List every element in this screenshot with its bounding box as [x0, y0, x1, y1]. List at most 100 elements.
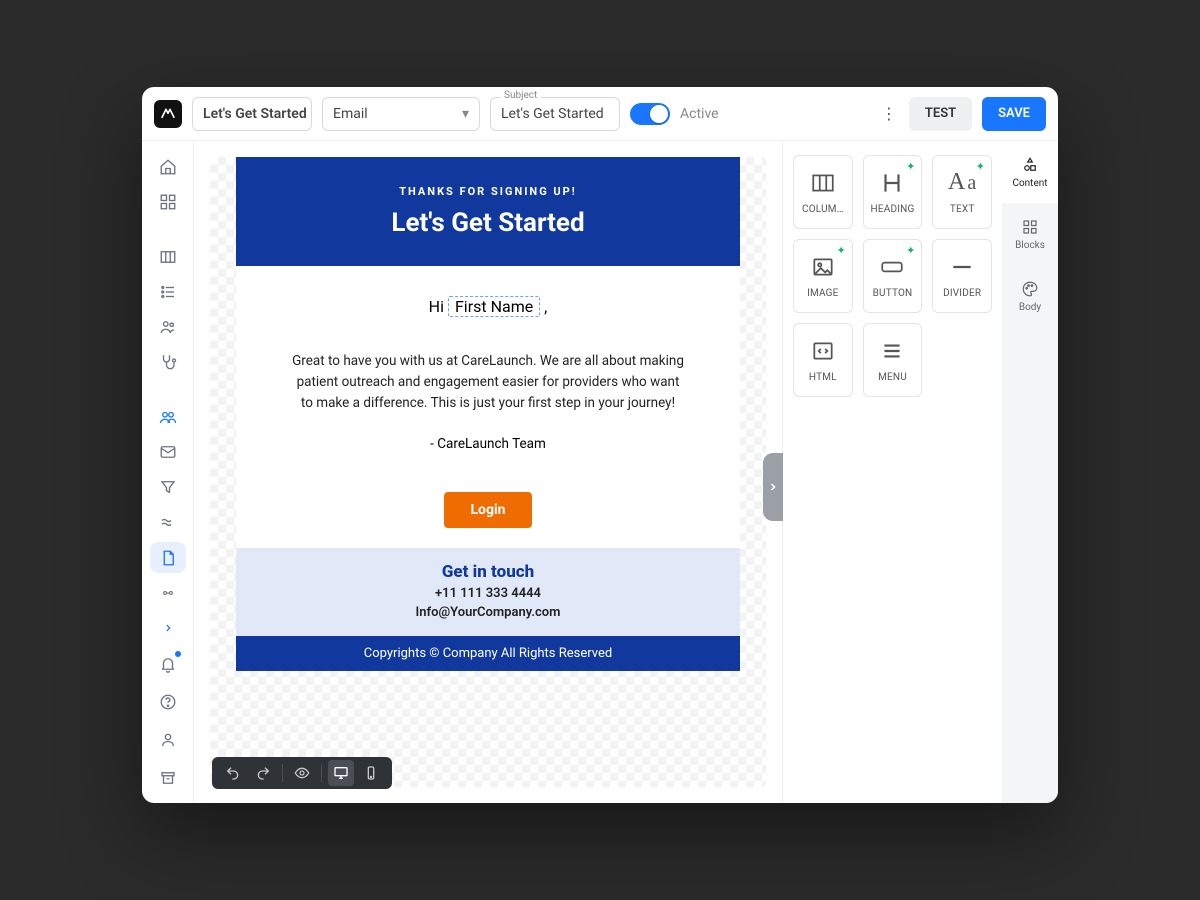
desktop-icon	[333, 765, 349, 781]
top-toolbar: Let's Get Started Email ▾ Subject Let's …	[142, 87, 1058, 141]
home-icon	[159, 158, 177, 176]
redo-button[interactable]	[250, 760, 276, 786]
nav-mail[interactable]	[150, 437, 186, 468]
tab-content[interactable]: Content	[1002, 141, 1058, 203]
html-icon	[810, 338, 836, 364]
chevron-right-icon	[161, 621, 175, 635]
panel-collapse-handle[interactable]	[763, 453, 783, 521]
email-body-text[interactable]: Great to have you with us at CareLaunch.…	[236, 327, 740, 422]
subject-input[interactable]: Let's Get Started	[490, 97, 620, 131]
merge-field-firstname[interactable]: First Name	[448, 296, 540, 317]
block-label: MENU	[878, 372, 907, 383]
tab-label: Content	[1012, 178, 1047, 189]
nav-home[interactable]	[150, 151, 186, 182]
nav-profile[interactable]	[150, 723, 186, 757]
undo-icon	[225, 765, 241, 781]
block-label: COLUM…	[802, 204, 844, 215]
block-divider[interactable]: DIVIDER	[932, 239, 992, 313]
stethoscope-icon	[159, 353, 177, 371]
link-icon	[161, 586, 175, 600]
email-signoff[interactable]: - CareLaunch Team	[236, 422, 740, 458]
email-greeting[interactable]: Hi First Name ,	[236, 266, 740, 327]
preview-button[interactable]	[289, 760, 315, 786]
more-menu-button[interactable]: ⋮	[879, 104, 899, 123]
nav-people[interactable]	[150, 311, 186, 342]
logo-icon	[160, 106, 176, 122]
redo-icon	[255, 765, 271, 781]
block-columns[interactable]: COLUM…	[793, 155, 853, 229]
block-label: TEXT	[950, 204, 975, 215]
block-html[interactable]: HTML	[793, 323, 853, 397]
nav-list[interactable]	[150, 276, 186, 307]
tab-body[interactable]: Body	[1002, 265, 1058, 327]
block-image[interactable]: ✦ IMAGE	[793, 239, 853, 313]
nav-page[interactable]	[150, 542, 186, 573]
app-logo[interactable]	[154, 100, 182, 128]
menu-icon	[879, 338, 905, 364]
blocks-palette: COLUM… ✦ HEADING ✦ Aa TEXT ✦	[783, 141, 1002, 803]
text-icon: Aa	[948, 169, 976, 196]
user-icon	[159, 731, 177, 749]
inspector-panel: COLUM… ✦ HEADING ✦ Aa TEXT ✦	[782, 141, 1058, 803]
tab-label: Body	[1019, 302, 1041, 313]
block-button[interactable]: ✦ BUTTON	[863, 239, 923, 313]
footer-email: Info@YourCompany.com	[246, 605, 730, 620]
approx-icon	[159, 513, 177, 531]
filter-icon	[159, 478, 177, 496]
dashboard-icon	[159, 193, 177, 211]
save-button[interactable]: SAVE	[982, 97, 1046, 131]
mobile-icon	[363, 765, 379, 781]
image-icon	[810, 254, 836, 280]
nav-filter[interactable]	[150, 472, 186, 503]
palette-icon	[1021, 280, 1039, 298]
nav-expand[interactable]	[150, 612, 186, 643]
editor-canvas[interactable]: THANKS FOR SIGNING UP! Let's Get Started…	[194, 141, 782, 803]
email-footer-contact[interactable]: Get in touch +11 111 333 4444 Info@YourC…	[236, 548, 740, 636]
nav-archive[interactable]	[150, 761, 186, 795]
email-cta-button[interactable]: Login	[444, 492, 531, 528]
preview-toolbar	[212, 757, 392, 789]
shapes-icon	[1021, 156, 1039, 174]
app-window: Let's Get Started Email ▾ Subject Let's …	[142, 87, 1058, 803]
grid-icon	[1021, 218, 1039, 236]
block-label: DIVIDER	[943, 288, 981, 299]
nav-team[interactable]	[150, 402, 186, 433]
block-label: HTML	[809, 372, 837, 383]
block-label: HEADING	[871, 204, 915, 215]
inspector-tabs: Content Blocks Body	[1002, 141, 1058, 803]
block-menu[interactable]: MENU	[863, 323, 923, 397]
nav-dashboard[interactable]	[150, 186, 186, 217]
divider-icon	[949, 254, 975, 280]
nav-clinical[interactable]	[150, 347, 186, 378]
tab-blocks[interactable]: Blocks	[1002, 203, 1058, 265]
channel-select-value: Email	[333, 106, 368, 122]
email-header[interactable]: THANKS FOR SIGNING UP! Let's Get Started	[236, 157, 740, 266]
email-kicker: THANKS FOR SIGNING UP!	[256, 185, 720, 198]
ai-badge-icon: ✦	[906, 160, 915, 173]
document-title-input[interactable]: Let's Get Started	[192, 97, 312, 131]
greeting-prefix: Hi	[429, 297, 444, 316]
block-text[interactable]: ✦ Aa TEXT	[932, 155, 992, 229]
active-toggle[interactable]	[630, 103, 670, 125]
greeting-suffix: ,	[544, 297, 547, 316]
block-heading[interactable]: ✦ HEADING	[863, 155, 923, 229]
help-icon	[159, 693, 177, 711]
nav-notifications[interactable]	[150, 647, 186, 681]
mobile-view-button[interactable]	[358, 760, 384, 786]
archive-icon	[159, 769, 177, 787]
desktop-view-button[interactable]	[328, 760, 354, 786]
test-button[interactable]: TEST	[909, 97, 972, 131]
nav-layout[interactable]	[150, 241, 186, 272]
nav-help[interactable]	[150, 685, 186, 719]
left-nav-rail	[142, 141, 194, 803]
subject-field-label: Subject	[500, 90, 541, 101]
nav-link[interactable]	[150, 577, 186, 608]
undo-button[interactable]	[220, 760, 246, 786]
footer-heading: Get in touch	[246, 562, 730, 582]
email-preview[interactable]: THANKS FOR SIGNING UP! Let's Get Started…	[236, 157, 740, 671]
ai-badge-icon: ✦	[976, 160, 985, 173]
channel-select[interactable]: Email ▾	[322, 97, 480, 131]
bell-icon	[159, 655, 177, 673]
nav-approx[interactable]	[150, 507, 186, 538]
email-copyright[interactable]: Copyrights © Company All Rights Reserved	[236, 636, 740, 671]
